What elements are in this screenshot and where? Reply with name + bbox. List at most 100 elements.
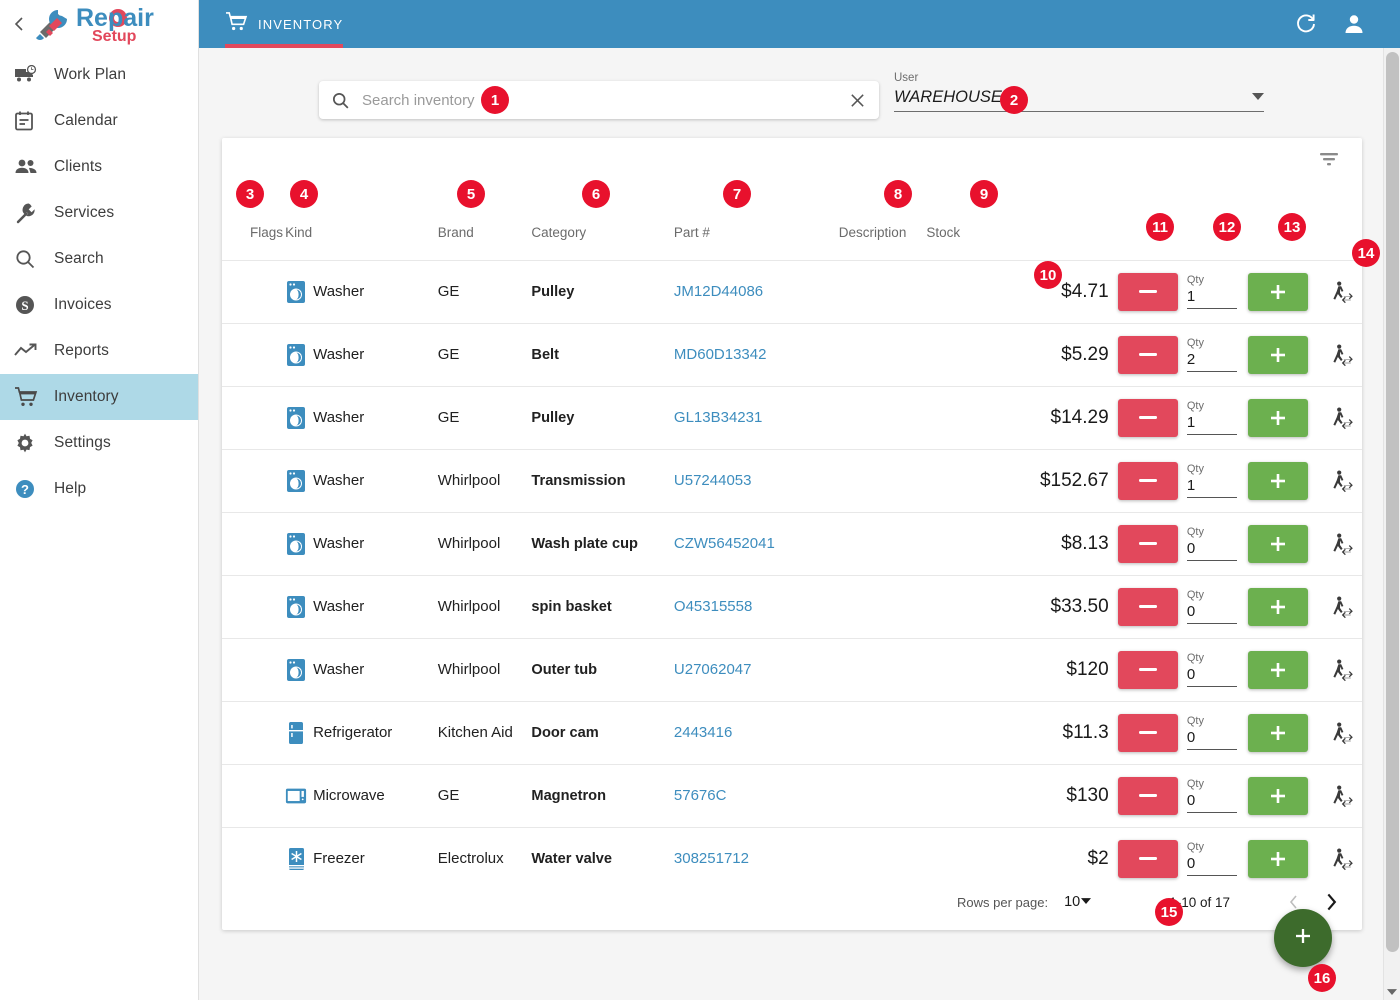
transfer-walk-icon[interactable] bbox=[1321, 406, 1362, 430]
table-row[interactable]: Microwave GE Magnetron 57676C $130 Qty bbox=[222, 764, 1362, 827]
qty-input[interactable] bbox=[1186, 475, 1237, 498]
refresh-icon[interactable] bbox=[1282, 0, 1330, 48]
cell-part[interactable]: GL13B34231 bbox=[674, 386, 839, 449]
cell-part[interactable]: O45315558 bbox=[674, 575, 839, 638]
table-row[interactable]: Washer GE Belt MD60D13342 $5.29 Qty bbox=[222, 323, 1362, 386]
decrement-button[interactable] bbox=[1117, 776, 1178, 815]
part-number-link[interactable]: JM12D44086 bbox=[674, 283, 763, 300]
qty-label: Qty bbox=[1186, 400, 1204, 412]
decrement-button[interactable] bbox=[1117, 713, 1178, 752]
cell-part[interactable]: MD60D13342 bbox=[674, 323, 839, 386]
cell-part[interactable]: 308251712 bbox=[674, 827, 839, 890]
qty-input[interactable] bbox=[1186, 664, 1237, 687]
cell-part[interactable]: 57676C bbox=[674, 764, 839, 827]
increment-button[interactable] bbox=[1247, 713, 1308, 752]
part-number-link[interactable]: U27062047 bbox=[674, 661, 752, 678]
decrement-button[interactable] bbox=[1117, 650, 1178, 689]
part-number-link[interactable]: U57244053 bbox=[674, 472, 752, 489]
col-header-description[interactable]: Description bbox=[839, 184, 927, 260]
transfer-walk-icon[interactable] bbox=[1321, 721, 1362, 745]
increment-button[interactable] bbox=[1247, 335, 1308, 374]
qty-input[interactable] bbox=[1186, 727, 1237, 750]
decrement-button[interactable] bbox=[1117, 461, 1178, 500]
cell-part[interactable]: U57244053 bbox=[674, 449, 839, 512]
part-number-link[interactable]: O45315558 bbox=[674, 598, 752, 615]
transfer-walk-icon[interactable] bbox=[1321, 784, 1362, 808]
transfer-walk-icon[interactable] bbox=[1321, 469, 1362, 493]
cell-part[interactable]: U27062047 bbox=[674, 638, 839, 701]
table-row[interactable]: Washer GE Pulley GL13B34231 $14.29 Qty bbox=[222, 386, 1362, 449]
sidebar-collapse-icon[interactable] bbox=[8, 9, 30, 39]
part-number-link[interactable]: 308251712 bbox=[674, 850, 749, 867]
table-row[interactable]: Washer Whirlpool Wash plate cup CZW56452041… bbox=[222, 512, 1362, 575]
filter-icon[interactable] bbox=[1318, 151, 1340, 172]
decrement-button[interactable] bbox=[1117, 398, 1178, 437]
col-header-part[interactable]: Part # bbox=[674, 184, 839, 260]
sidebar-item-calendar[interactable]: Calendar bbox=[0, 98, 198, 144]
table-row[interactable]: Refrigerator Kitchen Aid Door cam 2443416 $1… bbox=[222, 701, 1362, 764]
qty-input[interactable] bbox=[1186, 349, 1237, 372]
transfer-walk-icon[interactable] bbox=[1321, 847, 1362, 871]
table-row[interactable]: Washer Whirlpool Transmission U57244053 $152… bbox=[222, 449, 1362, 512]
part-number-link[interactable]: MD60D13342 bbox=[674, 346, 767, 363]
transfer-walk-icon[interactable] bbox=[1321, 280, 1362, 304]
cell-part[interactable]: CZW56452041 bbox=[674, 512, 839, 575]
user-select[interactable]: User WAREHOUSE bbox=[894, 72, 1264, 112]
increment-button[interactable] bbox=[1247, 272, 1308, 311]
search-box[interactable] bbox=[319, 81, 879, 119]
scroll-down-arrow-icon[interactable] bbox=[1387, 988, 1397, 998]
transfer-walk-icon[interactable] bbox=[1321, 658, 1362, 682]
increment-button[interactable] bbox=[1247, 461, 1308, 500]
close-icon[interactable] bbox=[846, 89, 869, 112]
scrollbar-thumb[interactable] bbox=[1386, 52, 1399, 952]
tab-inventory[interactable]: INVENTORY bbox=[199, 0, 367, 48]
transfer-walk-icon[interactable] bbox=[1321, 343, 1362, 367]
table-row[interactable]: Washer GE Pulley JM12D44086 $4.71 Qty bbox=[222, 260, 1362, 323]
search-input[interactable] bbox=[362, 91, 846, 109]
user-select-control[interactable]: WAREHOUSE bbox=[894, 88, 1264, 112]
transfer-walk-icon[interactable] bbox=[1321, 532, 1362, 556]
sidebar-item-help[interactable]: ? Help bbox=[0, 466, 198, 512]
sidebar-item-work-plan[interactable]: Work Plan bbox=[0, 52, 198, 98]
cell-qty: Qty bbox=[1186, 638, 1248, 701]
transfer-walk-icon[interactable] bbox=[1321, 595, 1362, 619]
increment-button[interactable] bbox=[1247, 650, 1308, 689]
decrement-button[interactable] bbox=[1117, 839, 1178, 878]
qty-input[interactable] bbox=[1186, 853, 1237, 877]
part-number-link[interactable]: CZW56452041 bbox=[674, 535, 775, 552]
sidebar-item-reports[interactable]: Reports bbox=[0, 328, 198, 374]
decrement-button[interactable] bbox=[1117, 587, 1178, 626]
chevron-down-icon[interactable] bbox=[1252, 93, 1264, 107]
qty-input[interactable] bbox=[1186, 538, 1237, 561]
qty-input[interactable] bbox=[1186, 601, 1237, 624]
increment-button[interactable] bbox=[1247, 839, 1308, 878]
increment-button[interactable] bbox=[1247, 776, 1308, 815]
sidebar-item-invoices[interactable]: S Invoices bbox=[0, 282, 198, 328]
sidebar-item-search[interactable]: Search bbox=[0, 236, 198, 282]
rows-per-page-select[interactable]: 10 bbox=[1064, 894, 1092, 910]
table-row[interactable]: Washer Whirlpool Outer tub U27062047 $120 Qty bbox=[222, 638, 1362, 701]
qty-input[interactable] bbox=[1186, 286, 1237, 309]
decrement-button[interactable] bbox=[1117, 524, 1178, 563]
cell-part[interactable]: JM12D44086 bbox=[674, 260, 839, 323]
cell-part[interactable]: 2443416 bbox=[674, 701, 839, 764]
sidebar-item-clients[interactable]: Clients bbox=[0, 144, 198, 190]
part-number-link[interactable]: 57676C bbox=[674, 787, 727, 804]
qty-input[interactable] bbox=[1186, 412, 1237, 435]
increment-button[interactable] bbox=[1247, 524, 1308, 563]
sidebar-item-label: Search bbox=[54, 250, 104, 267]
add-item-fab[interactable] bbox=[1274, 909, 1332, 967]
decrement-button[interactable] bbox=[1117, 335, 1178, 374]
sidebar-item-services[interactable]: Services bbox=[0, 190, 198, 236]
increment-button[interactable] bbox=[1247, 398, 1308, 437]
table-row[interactable]: Washer Whirlpool spin basket O45315558 $33.5… bbox=[222, 575, 1362, 638]
vertical-scrollbar[interactable] bbox=[1383, 48, 1400, 1000]
decrement-button[interactable] bbox=[1117, 272, 1178, 311]
sidebar-item-inventory[interactable]: Inventory bbox=[0, 374, 198, 420]
part-number-link[interactable]: 2443416 bbox=[674, 724, 732, 741]
person-icon[interactable] bbox=[1330, 0, 1378, 48]
part-number-link[interactable]: GL13B34231 bbox=[674, 409, 762, 426]
qty-input[interactable] bbox=[1186, 790, 1237, 813]
sidebar-item-settings[interactable]: Settings bbox=[0, 420, 198, 466]
increment-button[interactable] bbox=[1247, 587, 1308, 626]
